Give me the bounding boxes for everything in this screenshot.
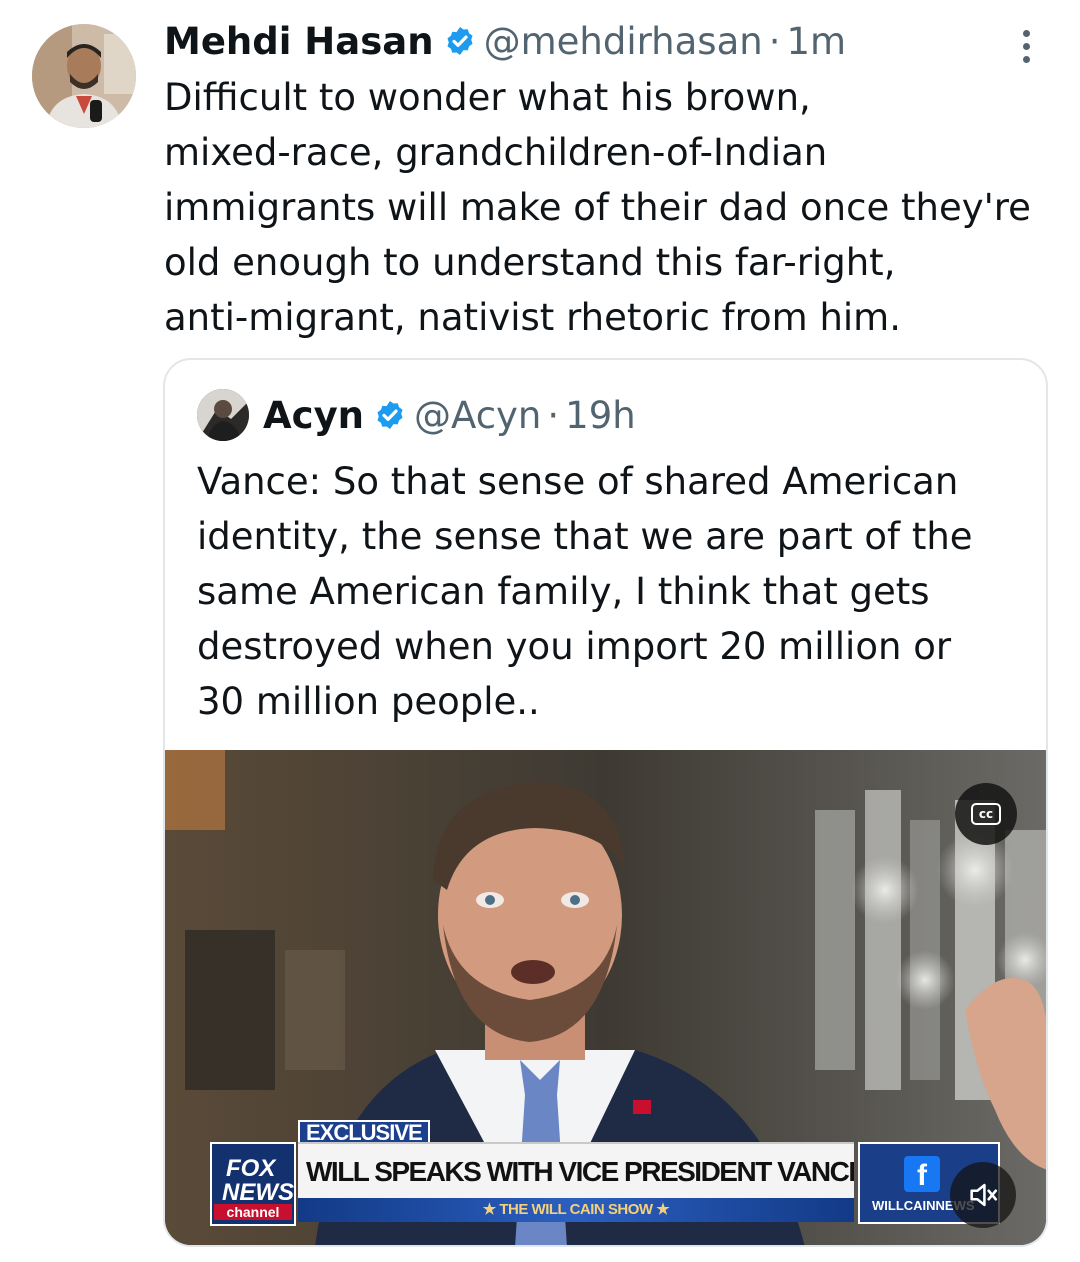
quoted-timestamp[interactable]: 19h — [565, 394, 636, 437]
quoted-tweet-text: Vance: So that sense of shared American … — [197, 454, 1027, 729]
fox-news-logo: FOX NEWS channel — [210, 1142, 296, 1226]
quoted-text-line: Vance: So that sense of shared American — [197, 460, 959, 503]
quoted-author-avatar[interactable] — [197, 389, 249, 441]
tweet-header: Mehdi Hasan @mehdirhasan · 1m — [164, 18, 846, 64]
more-vertical-icon[interactable] — [1016, 26, 1036, 66]
quoted-text-line: destroyed when you import 20 million or — [197, 625, 952, 668]
cc-label: cc — [971, 803, 1001, 825]
tweet-text: Difficult to wonder what his brown, mixe… — [164, 70, 1064, 345]
tweet-timestamp[interactable]: 1m — [786, 20, 846, 63]
verified-badge-icon — [377, 401, 403, 429]
speaker-muted-glyph — [970, 1183, 998, 1207]
news-headline: WILL SPEAKS WITH VICE PRESIDENT VANCE IN… — [298, 1142, 854, 1198]
quoted-author-avatar-image — [197, 389, 249, 441]
author-name[interactable]: Mehdi Hasan — [164, 20, 434, 63]
show-name: ★ THE WILL CAIN SHOW ★ — [298, 1198, 854, 1222]
logo-line-1: FOX — [226, 1155, 276, 1182]
author-handle[interactable]: @mehdirhasan — [484, 20, 763, 63]
quoted-text-line: 30 million people.. — [197, 680, 540, 723]
logo-line-2: NEWS — [222, 1179, 294, 1206]
quoted-text-line: identity, the sense that we are part of … — [197, 515, 973, 558]
author-avatar-image — [32, 24, 136, 128]
tweet-text-line: old enough to understand this far-right, — [164, 241, 896, 284]
news-lower-third: FOX NEWS channel WILL SPEAKS WITH VICE P… — [210, 1142, 1000, 1226]
video-player[interactable]: cc EXCLUSIVE FOX NEWS channel WILL SPEAK… — [165, 750, 1046, 1245]
quoted-tweet-header: Acyn @Acyn · 19h — [197, 388, 636, 442]
quoted-author-name[interactable]: Acyn — [263, 394, 364, 437]
verified-badge-icon — [447, 27, 473, 55]
quoted-tweet-card[interactable]: Acyn @Acyn · 19h Vance: So that sense of… — [163, 358, 1048, 1247]
facebook-icon: f — [904, 1156, 940, 1192]
tweet-text-line: anti-migrant, nativist rhetoric from him… — [164, 296, 901, 339]
tweet-text-line: Difficult to wonder what his brown, — [164, 76, 811, 119]
logo-line-3: channel — [214, 1204, 292, 1220]
quoted-text-line: same American family, I think that gets — [197, 570, 930, 613]
closed-captions-icon[interactable]: cc — [955, 783, 1017, 845]
speaker-muted-icon[interactable] — [950, 1162, 1016, 1228]
tweet-text-line: immigrants will make of their dad once t… — [164, 186, 1031, 229]
separator-dot: · — [547, 393, 560, 437]
tweet-text-line: mixed-race, grandchildren-of-Indian — [164, 131, 828, 174]
quoted-author-handle[interactable]: @Acyn — [414, 394, 541, 437]
author-avatar[interactable] — [32, 24, 136, 128]
separator-dot: · — [768, 19, 781, 63]
